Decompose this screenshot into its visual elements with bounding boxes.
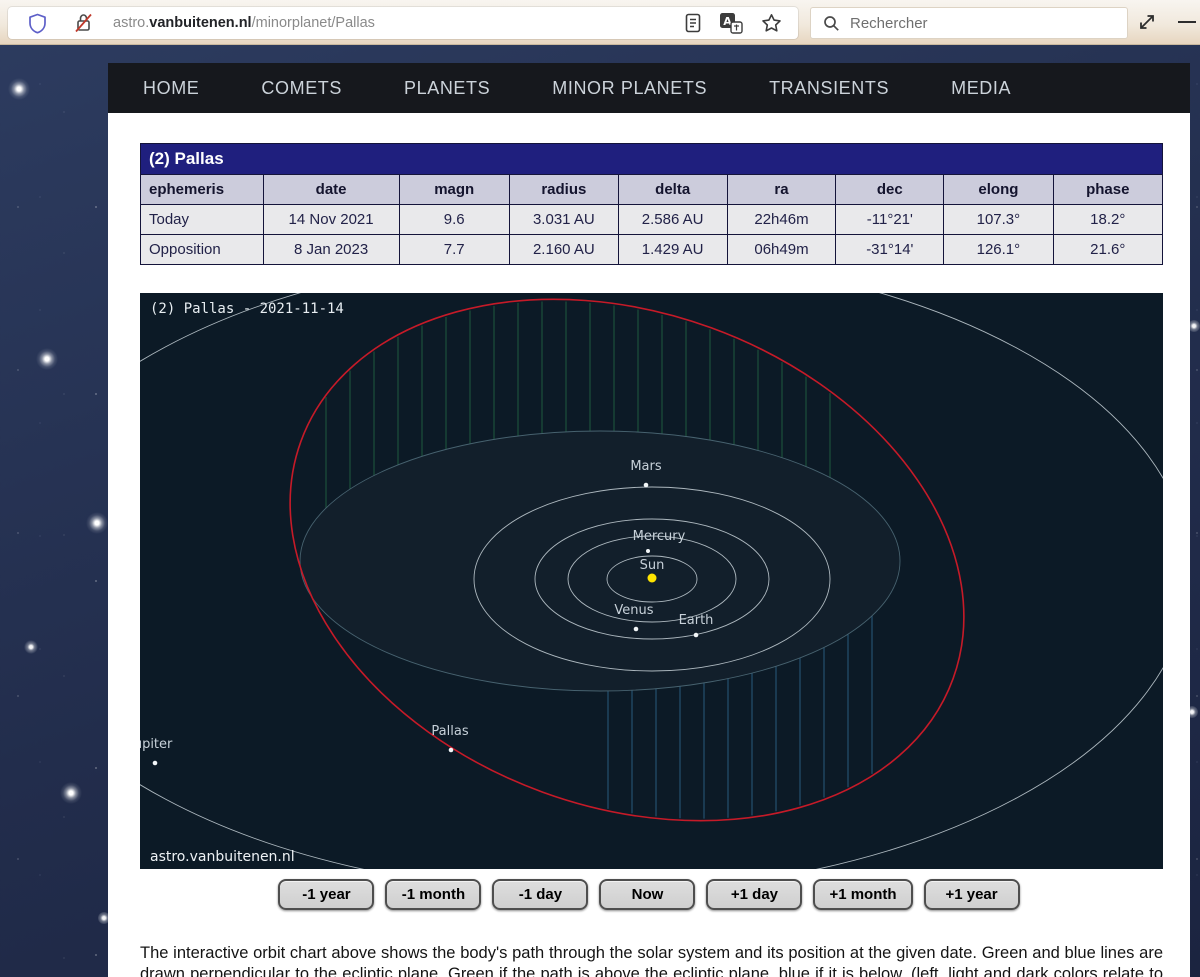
table-header-cell: date — [263, 175, 399, 205]
nav-item-comets[interactable]: COMETS — [261, 78, 342, 99]
table-cell: 14 Nov 2021 — [263, 205, 399, 235]
ecliptic-projection-disk — [300, 431, 900, 691]
background-star — [24, 640, 38, 654]
nav-item-transients[interactable]: TRANSIENTS — [769, 78, 889, 99]
body-label-jupiter: Jupiter — [140, 737, 173, 752]
body-dot-jupiter — [153, 761, 158, 766]
body-label-earth: Earth — [679, 613, 714, 628]
page: HOME COMETS PLANETS MINOR PLANETS TRANSIENTS… — [108, 63, 1190, 977]
body-dot-pallas — [449, 748, 454, 753]
table-cell: 06h49m — [727, 235, 836, 265]
table-cell: 21.6° — [1053, 235, 1162, 265]
search-placeholder: Rechercher — [850, 15, 928, 32]
table-cell: -31°14' — [836, 235, 944, 265]
date-button--1-year[interactable]: -1 year — [278, 879, 374, 910]
date-button--1-day[interactable]: -1 day — [492, 879, 588, 910]
date-controls: -1 year -1 month -1 day Now +1 day +1 month +1… — [140, 879, 1158, 910]
orbit-chart[interactable]: Sun Mercury Venus Earth Mars Jupiter Pallas (2… — [140, 293, 1163, 869]
bookmark-star-icon[interactable] — [761, 13, 782, 33]
browser-toolbar: astro.vanbuitenen.nl/minorplanet/Pallas … — [0, 0, 1200, 45]
url-bar[interactable]: astro.vanbuitenen.nl/minorplanet/Pallas … — [8, 7, 798, 39]
reader-mode-icon[interactable] — [685, 13, 701, 33]
nav-item-home[interactable]: HOME — [143, 78, 199, 99]
date-button-now[interactable]: Now — [599, 879, 695, 910]
table-header-cell: dec — [836, 175, 944, 205]
resize-diagonal-icon[interactable] — [1133, 6, 1161, 38]
date-button--1-year[interactable]: +1 year — [924, 879, 1020, 910]
body-label-venus: Venus — [614, 603, 653, 618]
table-cell: Opposition — [141, 235, 264, 265]
table-header-cell: ephemeris — [141, 175, 264, 205]
body-dot-mercury — [646, 549, 650, 553]
table-cell: Today — [141, 205, 264, 235]
table-header-cell: ra — [727, 175, 836, 205]
table-cell: 9.6 — [399, 205, 509, 235]
background-star — [8, 78, 30, 100]
table-cell: 2.586 AU — [618, 205, 727, 235]
nav-item-planets[interactable]: PLANETS — [404, 78, 490, 99]
chart-date-caption: (2) Pallas - 2021-11-14 — [150, 301, 344, 317]
table-header-cell: radius — [509, 175, 618, 205]
table-header-cell: elong — [944, 175, 1053, 205]
nav-item-minor-planets[interactable]: MINOR PLANETS — [552, 78, 707, 99]
url-domain: vanbuitenen.nl — [149, 15, 251, 31]
table-cell: 7.7 — [399, 235, 509, 265]
body-dot-earth — [694, 633, 699, 638]
table-header-row: ephemerisdatemagnradiusdeltaradecelongph… — [141, 175, 1163, 205]
table-header-cell: phase — [1053, 175, 1162, 205]
minimize-icon[interactable] — [1174, 6, 1200, 38]
chart-watermark: astro.vanbuitenen.nl — [150, 849, 295, 865]
url-prefix: astro. — [113, 15, 149, 31]
page-content: (2) Pallas ephemerisdatemagnradiusdeltar… — [108, 113, 1190, 977]
table-row: Opposition8 Jan 20237.72.160 AU1.429 AU0… — [141, 235, 1163, 265]
body-label-mercury: Mercury — [633, 529, 686, 544]
table-cell: 8 Jan 2023 — [263, 235, 399, 265]
ephemeris-table: (2) Pallas ephemerisdatemagnradiusdeltar… — [140, 143, 1163, 265]
table-header-cell: delta — [618, 175, 727, 205]
date-button--1-month[interactable]: -1 month — [385, 879, 481, 910]
table-cell: 3.031 AU — [509, 205, 618, 235]
table-cell: 2.160 AU — [509, 235, 618, 265]
search-icon — [823, 15, 840, 32]
search-input[interactable]: Rechercher — [810, 7, 1128, 39]
background-star — [36, 348, 58, 370]
background-star — [86, 512, 108, 534]
background-star — [60, 782, 82, 804]
chart-description: The interactive orbit chart above shows … — [140, 943, 1163, 977]
table-cell: -11°21' — [836, 205, 944, 235]
table-row: Today14 Nov 20219.63.031 AU2.586 AU22h46… — [141, 205, 1163, 235]
date-button--1-month[interactable]: +1 month — [813, 879, 912, 910]
body-label-pallas: Pallas — [431, 724, 468, 739]
body-dot-venus — [634, 627, 639, 632]
table-cell: 18.2° — [1053, 205, 1162, 235]
body-dot-mars — [644, 483, 649, 488]
table-cell: 107.3° — [944, 205, 1053, 235]
url-text[interactable]: astro.vanbuitenen.nl/minorplanet/Pallas — [113, 15, 685, 31]
table-header-cell: magn — [399, 175, 509, 205]
nav-item-media[interactable]: MEDIA — [951, 78, 1011, 99]
translate-icon[interactable]: A — [719, 12, 743, 34]
main-navigation: HOME COMETS PLANETS MINOR PLANETS TRANSIENTS… — [108, 63, 1190, 113]
table-title: (2) Pallas — [141, 144, 1163, 175]
body-label-sun: Sun — [640, 558, 665, 573]
table-cell: 22h46m — [727, 205, 836, 235]
body-dot-sun — [648, 574, 657, 583]
table-cell: 1.429 AU — [618, 235, 727, 265]
body-label-mars: Mars — [630, 459, 662, 474]
url-path: /minorplanet/Pallas — [252, 15, 375, 31]
insecure-lock-icon[interactable] — [73, 12, 95, 34]
table-cell: 126.1° — [944, 235, 1053, 265]
date-button--1-day[interactable]: +1 day — [706, 879, 802, 910]
shield-icon[interactable] — [28, 13, 47, 34]
